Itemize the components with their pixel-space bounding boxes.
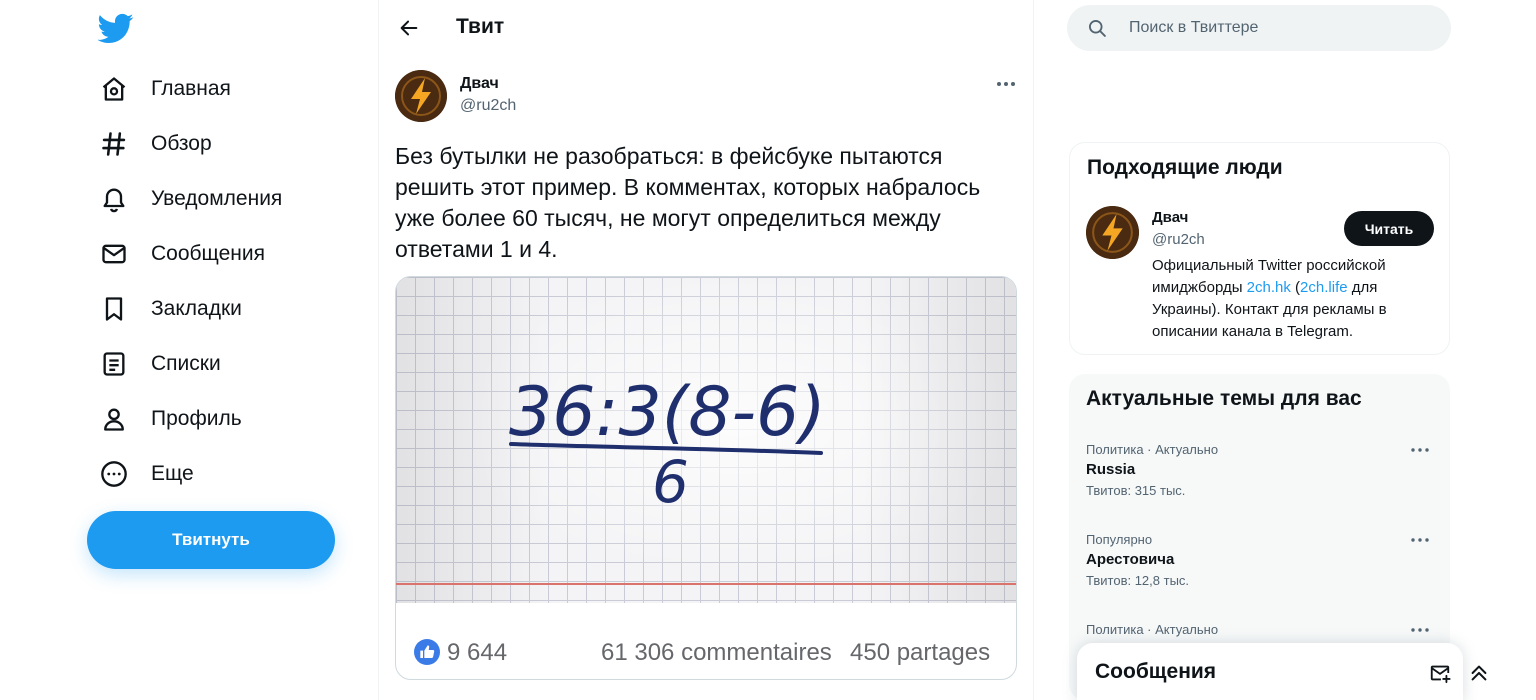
- more-options-icon[interactable]: [1408, 442, 1432, 458]
- home-icon: [96, 71, 132, 107]
- bio-link-2ch-life[interactable]: 2ch.life: [1300, 279, 1348, 296]
- author-handle[interactable]: @ru2ch: [460, 97, 516, 115]
- bell-icon: [96, 181, 132, 217]
- suggested-user-handle[interactable]: @ru2ch: [1152, 231, 1205, 248]
- tweet-text: Без бутылки не разобраться: в фейсбуке п…: [395, 143, 981, 262]
- sidebar-item-more[interactable]: Еще: [96, 452, 194, 496]
- page-title: Твит: [456, 15, 505, 38]
- expression-denominator: 6: [652, 448, 689, 516]
- trend-item[interactable]: Политика · Актуально Russia Твитов: 315 …: [1086, 442, 1432, 498]
- sidebar-item-label: Сообщения: [151, 242, 265, 265]
- trend-category: Политика · Актуально: [1086, 622, 1219, 637]
- back-arrow-icon[interactable]: [391, 10, 427, 46]
- who-to-follow-card: Подходящие люди Двач @ru2ch Читать Офици…: [1069, 142, 1450, 355]
- tweet-media[interactable]: 36:3(8-6) 6 9 644 61 306 commentaires 45…: [395, 276, 1017, 680]
- who-to-follow-title: Подходящие люди: [1087, 156, 1283, 179]
- trend-category: Популярно: [1086, 532, 1153, 547]
- search-input[interactable]: [1129, 5, 1429, 51]
- trend-item[interactable]: Популярно Арестовича Твитов: 12,8 тыс.: [1086, 532, 1432, 588]
- trend-item[interactable]: Политика · Актуально: [1086, 622, 1432, 637]
- photo-stats-bar: 9 644 61 306 commentaires 450 partages: [396, 603, 1016, 679]
- trend-name: Russia: [1086, 461, 1136, 478]
- trend-count: Твитов: 12,8 тыс.: [1086, 573, 1190, 588]
- expression-numerator: 36:3(8-6): [509, 373, 826, 452]
- chevrons-up-icon[interactable]: [1466, 660, 1492, 686]
- handwritten-math-expression: 36:3(8-6) 6: [509, 373, 826, 516]
- bookmark-icon: [96, 291, 132, 327]
- person-icon: [96, 401, 132, 437]
- sidebar-item-label: Обзор: [151, 132, 212, 155]
- sidebar-item-explore[interactable]: Обзор: [96, 122, 212, 166]
- envelope-icon: [96, 236, 132, 272]
- sidebar-item-lists[interactable]: Списки: [96, 342, 221, 386]
- follow-button[interactable]: Читать: [1344, 211, 1434, 246]
- sidebar-item-label: Главная: [151, 77, 231, 100]
- messages-drawer[interactable]: Сообщения: [1077, 643, 1487, 700]
- search-icon: [1087, 18, 1107, 38]
- trend-category: Политика · Актуально: [1086, 442, 1219, 457]
- sidebar-item-label: Закладки: [151, 297, 242, 320]
- like-count: 9 644: [447, 639, 508, 666]
- more-options-icon[interactable]: [991, 72, 1021, 96]
- author-name[interactable]: Двач: [460, 75, 499, 93]
- messages-drawer-title: Сообщения: [1095, 660, 1217, 683]
- more-options-icon[interactable]: [1408, 622, 1432, 638]
- sidebar-item-messages[interactable]: Сообщения: [96, 232, 265, 276]
- trends-title: Актуальные темы для вас: [1086, 387, 1362, 410]
- page-header: Твит: [379, 0, 1035, 56]
- more-options-icon[interactable]: [1408, 532, 1432, 548]
- sidebar-item-bookmarks[interactable]: Закладки: [96, 287, 242, 331]
- author-avatar[interactable]: [395, 70, 447, 122]
- sidebar-item-label: Списки: [151, 352, 221, 375]
- left-sidebar: Главная Обзор Уведомления Сообщения Закл…: [0, 0, 380, 700]
- bio-link-2ch-hk[interactable]: 2ch.hk: [1247, 279, 1291, 296]
- suggested-user-bio: Официальный Twitter российской имиджборд…: [1152, 257, 1387, 340]
- main-column: Твит Двач @ru2ch Без бутылки не разобрат…: [378, 0, 1034, 700]
- shares-count: 450 partages: [850, 639, 991, 666]
- trend-count: Твитов: 315 тыс.: [1086, 483, 1186, 498]
- hashtag-icon: [96, 126, 132, 162]
- comments-count: 61 306 commentaires: [601, 639, 832, 666]
- list-icon: [96, 346, 132, 382]
- trend-name: Арестовича: [1086, 551, 1175, 568]
- suggested-user-name[interactable]: Двач: [1152, 209, 1188, 226]
- sidebar-item-label: Еще: [151, 462, 194, 485]
- tweet-button[interactable]: Твитнуть: [87, 511, 335, 569]
- suggested-user-avatar[interactable]: [1086, 206, 1139, 259]
- sidebar-item-profile[interactable]: Профиль: [96, 397, 242, 441]
- search-box[interactable]: [1067, 5, 1451, 51]
- sidebar-item-notifications[interactable]: Уведомления: [96, 177, 282, 221]
- sidebar-item-label: Профиль: [151, 407, 242, 430]
- twitter-bird-icon[interactable]: [97, 10, 134, 46]
- new-message-icon[interactable]: [1427, 660, 1453, 686]
- more-circle-icon: [96, 456, 132, 492]
- sidebar-item-home[interactable]: Главная: [96, 67, 231, 111]
- sidebar-item-label: Уведомления: [151, 187, 283, 210]
- thumbs-up-icon: [414, 639, 440, 665]
